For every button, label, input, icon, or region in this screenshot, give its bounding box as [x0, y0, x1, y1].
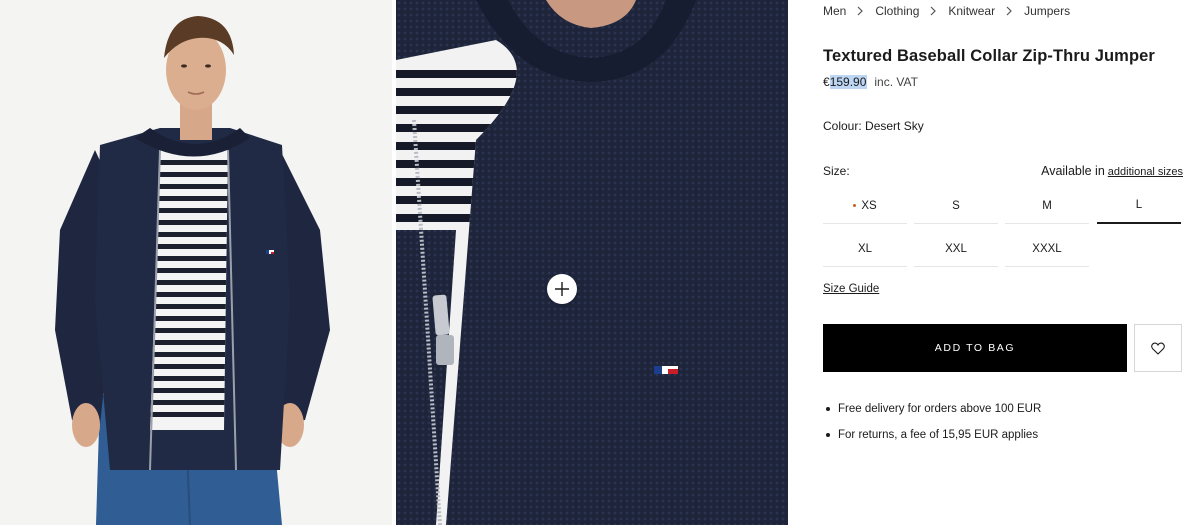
low-stock-dot	[853, 204, 857, 207]
price-row: €159.90 inc. VAT	[823, 75, 918, 89]
wishlist-button[interactable]	[1134, 324, 1182, 372]
model-front-photo[interactable]	[0, 0, 392, 525]
product-price: 159.90	[829, 75, 868, 89]
fabric-detail-illustration	[396, 0, 788, 525]
fabric-detail-photo[interactable]	[396, 0, 788, 525]
size-option-m[interactable]: M	[1005, 188, 1089, 224]
price-currency: €	[823, 75, 830, 89]
size-option-label: XXXL	[1032, 242, 1062, 255]
breadcrumb: Men Clothing Knitwear Jumpers	[823, 4, 1070, 18]
chevron-right-icon	[930, 6, 937, 16]
list-item: For returns, a fee of 15,95 EUR applies	[823, 428, 1041, 442]
bullet-icon	[826, 433, 830, 437]
breadcrumb-knitwear[interactable]: Knitwear	[948, 4, 995, 18]
vat-note: inc. VAT	[874, 75, 918, 89]
list-item: Free delivery for orders above 100 EUR	[823, 402, 1041, 416]
colour-label: Colour:	[823, 119, 862, 133]
size-option-xxl[interactable]: XXL	[914, 231, 998, 267]
chevron-right-icon	[1006, 6, 1012, 16]
breadcrumb-men[interactable]: Men	[823, 4, 846, 18]
size-option-l[interactable]: L	[1097, 188, 1181, 224]
info-text: For returns, a fee of 15,95 EUR applies	[838, 429, 1039, 441]
breadcrumb-jumpers[interactable]: Jumpers	[1024, 4, 1070, 18]
heart-icon	[1151, 342, 1165, 355]
size-option-label: L	[1135, 199, 1143, 211]
delivery-info-list: Free delivery for orders above 100 EUR F…	[823, 402, 1041, 454]
size-guide-link[interactable]: Size Guide	[823, 283, 879, 295]
breadcrumb-clothing[interactable]: Clothing	[875, 4, 919, 18]
info-text: Free delivery for orders above 100 EUR	[838, 403, 1042, 415]
add-to-bag-button[interactable]: ADD TO BAG	[823, 324, 1127, 372]
size-label: Size:	[823, 164, 850, 178]
size-availability: Available in additional sizes	[1041, 164, 1183, 178]
size-option-label: M	[1042, 199, 1052, 212]
size-option-xs[interactable]: XS	[823, 188, 907, 224]
bullet-icon	[826, 407, 830, 411]
size-option-xxxl[interactable]: XXXL	[1005, 231, 1089, 267]
size-option-label: XL	[857, 242, 873, 255]
product-title: Textured Baseball Collar Zip-Thru Jumper	[823, 47, 1155, 65]
colour-value: Desert Sky	[865, 119, 924, 133]
size-option-s[interactable]: S	[914, 188, 998, 224]
colour-info: Colour: Desert Sky	[823, 119, 924, 133]
size-option-label: XXL	[945, 242, 967, 255]
additional-sizes-link[interactable]: additional sizes	[1108, 166, 1183, 178]
plus-icon	[555, 282, 569, 296]
availability-text: Available in	[1041, 164, 1105, 178]
size-option-xl[interactable]: XL	[823, 231, 907, 267]
size-option-label: S	[952, 199, 960, 212]
product-panel: Men Clothing Knitwear Jumpers Textured B…	[823, 0, 1183, 525]
chevron-right-icon	[857, 6, 864, 16]
size-option-label: XS	[861, 199, 877, 212]
model-illustration	[0, 0, 392, 525]
zoom-button[interactable]	[547, 274, 577, 304]
product-gallery	[0, 0, 788, 525]
